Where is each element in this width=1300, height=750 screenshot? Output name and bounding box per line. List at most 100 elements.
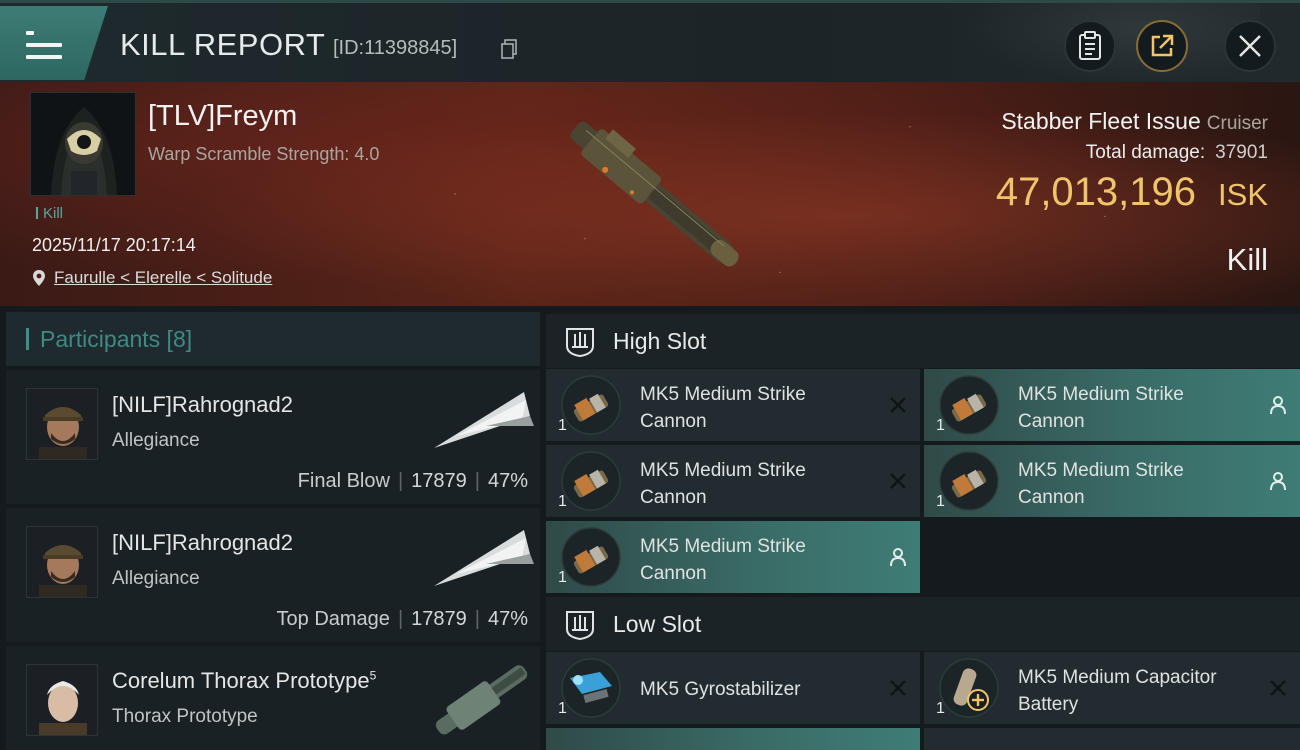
copy-icon[interactable] bbox=[500, 39, 518, 59]
total-damage: Total damage: 37901 bbox=[1086, 142, 1268, 164]
strike-cannon-icon bbox=[939, 375, 999, 435]
strike-cannon-icon bbox=[561, 527, 621, 587]
ship-class: Cruiser bbox=[1206, 113, 1268, 134]
strike-cannon-icon bbox=[561, 451, 621, 511]
victim-name[interactable]: [TLV]Freym bbox=[148, 100, 297, 133]
participants-title: Participants [8] bbox=[40, 326, 193, 352]
destroyed-icon bbox=[890, 473, 906, 489]
participants-panel: Participants [8] [NILF]Rahrognad2 Allegi… bbox=[6, 312, 540, 750]
total-damage-value: 37901 bbox=[1215, 142, 1268, 163]
destroyed-icon bbox=[1270, 680, 1286, 696]
destroyed-icon bbox=[890, 680, 906, 696]
clipboard-icon bbox=[1079, 31, 1101, 60]
result-label: Kill bbox=[1226, 242, 1268, 277]
low-slot-icon bbox=[566, 611, 594, 641]
module-item[interactable]: 1 MK5 Gyrostabilizer bbox=[546, 652, 920, 724]
blow-label: Final Blow bbox=[297, 470, 390, 492]
module-quantity: 1 bbox=[558, 569, 567, 586]
clipboard-button[interactable] bbox=[1064, 20, 1116, 72]
module-quantity: 1 bbox=[558, 493, 567, 510]
location-pin-icon bbox=[33, 270, 45, 286]
module-item[interactable]: 1 MK5 Medium Capacitor Battery bbox=[924, 652, 1300, 724]
location-text[interactable]: Faurulle < Elerelle < Solitude bbox=[54, 268, 272, 287]
module-item-partial[interactable] bbox=[924, 728, 1300, 750]
participant-ship-image bbox=[434, 392, 534, 448]
module-quantity: 1 bbox=[558, 700, 567, 717]
high-slot-header: High Slot bbox=[546, 314, 1300, 368]
dropped-person-icon bbox=[1270, 396, 1286, 415]
high-slot-icon bbox=[566, 328, 594, 358]
participant-percent: 47% bbox=[487, 470, 528, 492]
participant-level: 5 bbox=[369, 668, 377, 683]
close-icon bbox=[1239, 35, 1261, 57]
strike-cannon-icon bbox=[939, 451, 999, 511]
module-item[interactable]: 1 MK5 Medium Strike Cannon bbox=[546, 521, 920, 593]
header-bar: KILL REPORT [ID:11398845] bbox=[0, 0, 1300, 85]
isk-value: 47,013,196 ISK bbox=[996, 170, 1268, 215]
report-id: [ID:11398845] bbox=[333, 37, 458, 59]
module-quantity: 1 bbox=[936, 493, 945, 510]
module-quantity: 1 bbox=[558, 417, 567, 434]
page-title: KILL REPORT bbox=[120, 27, 326, 62]
low-slot-header: Low Slot bbox=[546, 597, 1300, 651]
blow-label: Top Damage bbox=[276, 608, 390, 630]
low-slot-title: Low Slot bbox=[613, 611, 702, 637]
module-quantity: 1 bbox=[936, 417, 945, 434]
gyrostabilizer-icon bbox=[561, 658, 621, 718]
module-item-partial[interactable] bbox=[546, 728, 920, 750]
victim-ship-name[interactable]: Stabber Fleet Issue Cruiser bbox=[1001, 108, 1268, 135]
isk-unit: ISK bbox=[1218, 177, 1268, 212]
participant-ship: Allegiance bbox=[112, 568, 200, 589]
participant-name: [NILF]Rahrognad2 bbox=[112, 530, 293, 555]
module-name: MK5 Gyrostabilizer bbox=[640, 679, 801, 700]
participant-ship-image bbox=[435, 665, 528, 735]
module-item[interactable]: 1 MK5 Medium Strike Cannon bbox=[546, 369, 920, 441]
fitting-panel: High Slot 1 MK5 Medium Strike Cannon 1 M… bbox=[546, 312, 1300, 750]
participant-avatar bbox=[26, 664, 98, 736]
participant-stats: Top Damage | 17879 | 47% bbox=[276, 608, 528, 630]
destroyed-icon bbox=[890, 397, 906, 413]
dropped-person-icon bbox=[1270, 472, 1286, 491]
participant-name-text: Corelum Thorax Prototype bbox=[112, 668, 370, 693]
kill-tag: Kill bbox=[36, 205, 63, 222]
participant-avatar bbox=[26, 388, 98, 460]
victim-portrait[interactable] bbox=[30, 92, 136, 196]
participant-ship-image bbox=[434, 530, 534, 586]
module-item[interactable]: 1 MK5 Medium Strike Cannon bbox=[546, 445, 920, 517]
module-name: MK5 Medium Capacitor Battery bbox=[1018, 667, 1217, 715]
participant-row[interactable]: [NILF]Rahrognad2 Allegiance Final Blow | 1… bbox=[6, 370, 540, 504]
participant-row[interactable]: Corelum Thorax Prototype5 Thorax Prototy… bbox=[6, 646, 540, 750]
module-name: MK5 Medium Strike Cannon bbox=[640, 460, 806, 508]
participants-header[interactable]: Participants [8] bbox=[6, 312, 540, 366]
module-name: MK5 Medium Strike Cannon bbox=[1018, 460, 1184, 508]
module-item[interactable]: 1 MK5 Medium Strike Cannon bbox=[924, 369, 1300, 441]
participant-damage: 17879 bbox=[411, 470, 467, 492]
high-slot-title: High Slot bbox=[613, 328, 707, 354]
participant-avatar bbox=[26, 526, 98, 598]
participant-stats: Final Blow | 17879 | 47% bbox=[297, 470, 528, 492]
isk-amount: 47,013,196 bbox=[995, 170, 1197, 214]
share-button[interactable] bbox=[1136, 20, 1188, 72]
dropped-person-icon bbox=[890, 548, 906, 567]
participant-percent: 47% bbox=[487, 608, 528, 630]
menu-icon bbox=[26, 31, 62, 59]
strike-cannon-icon bbox=[561, 375, 621, 435]
participant-damage: 17879 bbox=[411, 608, 467, 630]
module-item[interactable]: 1 MK5 Medium Strike Cannon bbox=[924, 445, 1300, 517]
victim-ship-image bbox=[570, 121, 739, 267]
capacitor-battery-icon bbox=[939, 658, 999, 718]
participant-row[interactable]: [NILF]Rahrognad2 Allegiance Top Damage | 1… bbox=[6, 508, 540, 642]
participant-ship: Allegiance bbox=[112, 430, 200, 451]
participant-name: Corelum Thorax Prototype5 bbox=[112, 668, 376, 694]
location-link[interactable]: Faurulle < Elerelle < Solitude bbox=[32, 268, 272, 288]
module-name: MK5 Medium Strike Cannon bbox=[1018, 384, 1184, 432]
total-damage-label: Total damage: bbox=[1085, 142, 1206, 163]
warp-scramble-strength: Warp Scramble Strength: 4.0 bbox=[148, 144, 380, 164]
menu-button[interactable] bbox=[0, 6, 108, 80]
module-quantity: 1 bbox=[936, 700, 945, 717]
close-button[interactable] bbox=[1224, 20, 1276, 72]
module-name: MK5 Medium Strike Cannon bbox=[640, 384, 806, 432]
participant-name: [NILF]Rahrognad2 bbox=[112, 392, 293, 417]
ship-name-text: Stabber Fleet Issue bbox=[1001, 108, 1201, 134]
victim-banner: [TLV]Freym Warp Scramble Strength: 4.0 K… bbox=[0, 82, 1300, 306]
